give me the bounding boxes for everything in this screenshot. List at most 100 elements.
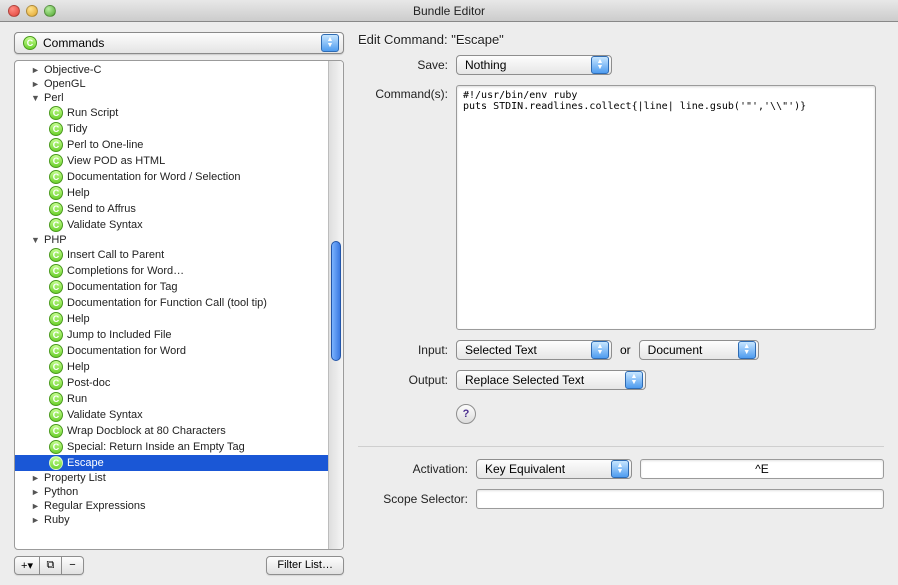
remove-button[interactable]: − [62, 556, 84, 575]
command-badge-icon: C [49, 296, 63, 310]
tree-command[interactable]: CInsert Call to Parent [15, 247, 328, 263]
tree-group[interactable]: Property List [15, 471, 328, 485]
command-badge-icon: C [49, 408, 63, 422]
tree-item-label: Special: Return Inside an Empty Tag [67, 441, 245, 453]
command-badge-icon: C [49, 456, 63, 470]
activation-popup[interactable]: Key Equivalent [476, 459, 632, 479]
tree-command[interactable]: CRun Script [15, 105, 328, 121]
tree-command[interactable]: CHelp [15, 185, 328, 201]
stepper-icon [625, 371, 643, 389]
tree-item-label: Tidy [67, 123, 87, 135]
input-alt-popup[interactable]: Document [639, 340, 759, 360]
output-label: Output: [358, 373, 448, 387]
titlebar: Bundle Editor [0, 0, 898, 22]
tree-command[interactable]: CSpecial: Return Inside an Empty Tag [15, 439, 328, 455]
add-button[interactable]: +▾ [14, 556, 40, 575]
command-badge-icon: C [49, 218, 63, 232]
input-alt-value: Document [648, 343, 703, 357]
tree-group[interactable]: OpenGL [15, 77, 328, 91]
tree-command[interactable]: CPost-doc [15, 375, 328, 391]
disclosure-icon[interactable] [31, 473, 40, 483]
input-label: Input: [358, 343, 448, 357]
tree-item-label: Objective-C [44, 64, 101, 76]
commands-label: Command(s): [358, 85, 448, 101]
tree-command[interactable]: CHelp [15, 359, 328, 375]
tree-item-label: Completions for Word… [67, 265, 184, 277]
disclosure-icon[interactable] [31, 501, 40, 511]
save-popup[interactable]: Nothing [456, 55, 612, 75]
tree-group[interactable]: Python [15, 485, 328, 499]
key-equivalent-field[interactable]: ^E [640, 459, 884, 479]
scope-label: Scope Selector: [358, 492, 468, 506]
command-badge-icon: C [49, 106, 63, 120]
stepper-icon [591, 56, 609, 74]
tree-item-label: Ruby [44, 514, 70, 526]
tree-item-label: Perl [44, 92, 64, 104]
tree-item-label: Wrap Docblock at 80 Characters [67, 425, 226, 437]
tree-command[interactable]: C Tidy [15, 121, 328, 137]
filter-popup[interactable]: C Commands [14, 32, 344, 54]
tree-command[interactable]: CCompletions for Word… [15, 263, 328, 279]
tree-item-label: Run [67, 393, 87, 405]
tree-command[interactable]: CDocumentation for Function Call (tool t… [15, 295, 328, 311]
stepper-icon [738, 341, 756, 359]
disclosure-icon[interactable] [31, 65, 40, 75]
tree-command[interactable]: CPerl to One-line [15, 137, 328, 153]
tree-command[interactable]: C Validate Syntax [15, 217, 328, 233]
tree-command[interactable]: CValidate Syntax [15, 407, 328, 423]
tree-item-label: Post-doc [67, 377, 110, 389]
scroll-thumb[interactable] [331, 241, 341, 361]
disclosure-icon[interactable] [31, 487, 40, 497]
input-popup[interactable]: Selected Text [456, 340, 612, 360]
tree-command[interactable]: CRun [15, 391, 328, 407]
tree-command[interactable]: CView POD as HTML [15, 153, 328, 169]
command-badge-icon: C [49, 154, 63, 168]
command-badge-icon: C [49, 328, 63, 342]
disclosure-icon[interactable] [31, 515, 40, 525]
tree-command[interactable]: CJump to Included File [15, 327, 328, 343]
tree-command[interactable]: CDocumentation for Word / Selection [15, 169, 328, 185]
tree-item-label: Property List [44, 472, 106, 484]
tree-item-label: PHP [44, 234, 67, 246]
output-popup[interactable]: Replace Selected Text [456, 370, 646, 390]
command-badge-icon: C [49, 248, 63, 262]
tree-command[interactable]: CHelp [15, 311, 328, 327]
tree-command[interactable]: CDocumentation for Word [15, 343, 328, 359]
command-badge-icon: C [49, 122, 63, 136]
tree-item-label: Documentation for Word [67, 345, 186, 357]
tree-command[interactable]: CWrap Docblock at 80 Characters [15, 423, 328, 439]
tree-item-label: Send to Affrus [67, 203, 136, 215]
divider [358, 446, 884, 447]
tree-group[interactable]: Objective-C [15, 63, 328, 77]
tree-command[interactable]: CSend to Affrus [15, 201, 328, 217]
tree-group[interactable]: Ruby [15, 513, 328, 527]
tree-item-label: Help [67, 313, 90, 325]
save-label: Save: [358, 58, 448, 72]
tree-command[interactable]: C Documentation for Tag [15, 279, 328, 295]
tree-group[interactable]: Regular Expressions [15, 499, 328, 513]
disclosure-icon[interactable] [31, 235, 40, 245]
tree-group[interactable]: Perl [15, 91, 328, 105]
input-or-label: or [620, 343, 631, 357]
command-badge-icon: C [49, 280, 63, 294]
output-popup-value: Replace Selected Text [465, 373, 584, 387]
help-button[interactable]: ? [456, 404, 476, 424]
tree-item-label: Validate Syntax [67, 219, 143, 231]
bundle-tree[interactable]: Objective-COpenGLPerlCRun ScriptCTidyCPe… [15, 61, 328, 549]
tree-item-label: Perl to One-line [67, 139, 143, 151]
tree-item-label: Documentation for Tag [67, 281, 177, 293]
tree-command[interactable]: CEscape [15, 455, 328, 471]
scrollbar[interactable] [328, 61, 343, 549]
command-textarea[interactable]: #!/usr/bin/env ruby puts STDIN.readlines… [456, 85, 876, 330]
tree-item-label: Documentation for Word / Selection [67, 171, 240, 183]
command-badge-icon: C [49, 360, 63, 374]
scope-selector-field[interactable] [476, 489, 884, 509]
tree-group[interactable]: PHP [15, 233, 328, 247]
filter-list-button[interactable]: Filter List… [266, 556, 344, 575]
disclosure-icon[interactable] [31, 79, 40, 89]
edit-heading: Edit Command: "Escape" [358, 32, 884, 47]
window-title: Bundle Editor [0, 4, 898, 18]
disclosure-icon[interactable] [31, 93, 40, 103]
filter-popup-label: Commands [43, 36, 104, 50]
duplicate-button[interactable]: ⧉ [40, 556, 62, 575]
